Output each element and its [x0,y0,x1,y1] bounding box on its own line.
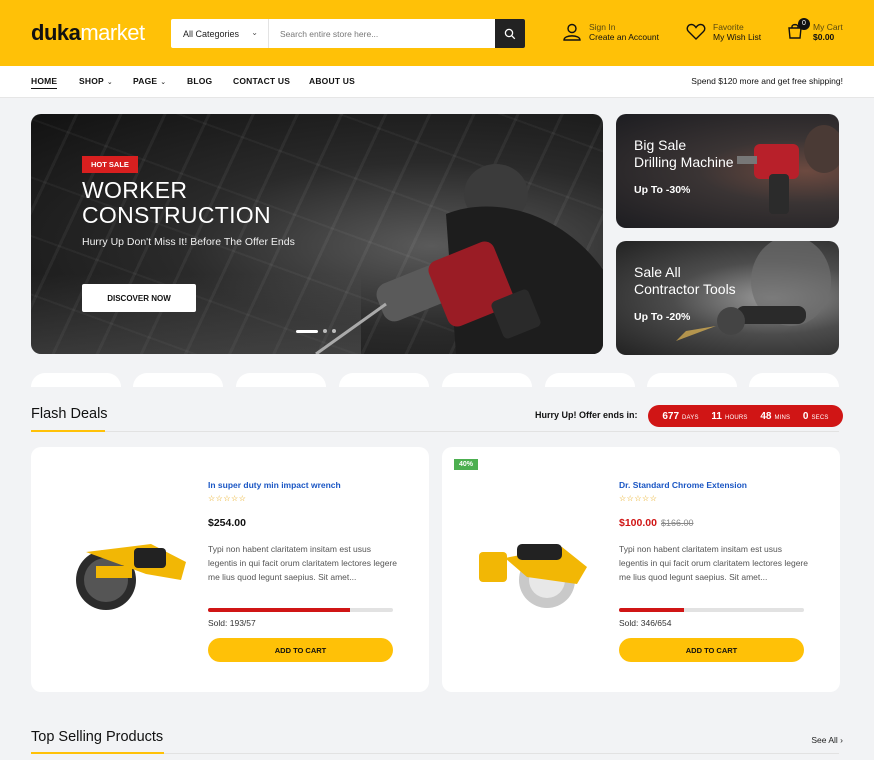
nav-contact[interactable]: CONTACT US [233,76,290,86]
product-card: 40% Dr. Standard Chrome Extension ☆☆☆☆☆ … [442,447,840,692]
product-name[interactable]: In super duty min impact wrench [208,480,341,490]
account-label: Create an Account [589,32,659,42]
timer-secs: 0 SECS [802,410,829,422]
sold-count: Sold: 193/57 [208,618,256,628]
nav-home[interactable]: HOME [31,76,58,89]
main-nav: HOME SHOP ⌄ PAGE ⌄ BLOG CONTACT US ABOUT U… [0,66,874,98]
category-card[interactable] [647,373,737,387]
category-card[interactable] [749,373,839,387]
rating-stars-icon: ☆☆☆☆☆ [208,494,247,503]
nav-page[interactable]: PAGE ⌄ [133,76,166,86]
timer-days: 677 DAYS [662,410,699,422]
timer-hours: 11 HOURS [711,410,748,422]
section-accent [31,430,105,432]
slider-dot[interactable] [323,329,327,333]
cart-link[interactable]: 0 My Cart $0.00 [786,18,843,42]
nav-blog[interactable]: BLOG [187,76,212,86]
product-description: Typi non habent claritatem insitam est u… [208,544,397,582]
cart-count-badge: 0 [798,18,810,30]
nav-shop[interactable]: SHOP ⌄ [79,76,113,86]
nav-about[interactable]: ABOUT US [309,76,355,86]
cart-small-label: My Cart [813,22,843,32]
chevron-down-icon: ⌄ [160,79,167,86]
offer-ends-label: Hurry Up! Offer ends in: [535,410,638,420]
old-price: $166.00 [660,518,694,528]
account-small-label: Sign In [589,22,616,32]
search-button[interactable] [495,19,525,48]
free-shipping-notice: Spend $120 more and get free shipping! [691,76,843,86]
search-icon [504,28,516,39]
account-link[interactable]: Sign In Create an Account [562,22,659,42]
category-card[interactable] [339,373,429,387]
slider-dot[interactable] [332,329,336,333]
site-logo[interactable]: dukamarket [31,20,145,46]
drill-banner-image [737,125,839,214]
section-accent [31,752,164,754]
sold-progress-bar [208,608,393,612]
product-description: Typi non habent claritatem insitam est u… [619,544,808,582]
banner-offer: Up To -30% [634,184,691,196]
cart-total: $0.00 [813,32,835,42]
top-header: dukamarket All Categories ⌄ Sign InCreat… [0,0,874,66]
timer-mins: 48 MINS [760,410,791,422]
slider-dots [296,329,336,333]
wishlist-small-label: Favorite [713,22,744,32]
rating-stars-icon: ☆☆☆☆☆ [619,494,658,503]
wishlist-label: My Wish List [713,32,762,42]
see-all-link[interactable]: See All › [811,735,843,745]
hero-drill-image [315,164,603,354]
user-icon [562,22,582,42]
sold-progress-bar [619,608,804,612]
banner-drilling-machine[interactable]: Big Sale Drilling Machine Up To -30% [616,114,839,228]
product-image[interactable] [467,522,602,617]
banner-title: Big Sale Drilling Machine [634,137,734,170]
category-card[interactable] [133,373,223,387]
category-select[interactable]: All Categories ⌄ [171,19,269,48]
discover-now-button[interactable]: DISCOVER NOW [82,284,196,312]
category-select-label: All Categories [183,28,240,39]
chevron-down-icon: ⌄ [251,28,258,37]
hero-slider[interactable]: HOT SALE WORKER CONSTRUCTION Hurry Up Do… [31,114,603,354]
sold-progress-fill [208,608,351,612]
add-to-cart-button[interactable]: ADD TO CART [619,638,804,662]
heart-icon [686,22,706,42]
countdown-timer: 677 DAYS 11 HOURS 48 MINS 0 SECS [648,405,843,427]
hero-subtitle: Hurry Up Don't Miss It! Before The Offer… [82,236,295,248]
section-divider [31,431,839,432]
wishlist-link[interactable]: Favorite My Wish List [686,22,761,42]
top-selling-title: Top Selling Products [31,729,164,745]
search-input[interactable] [269,19,495,48]
add-to-cart-button[interactable]: ADD TO CART [208,638,393,662]
hero-title: WORKER CONSTRUCTION [82,177,271,228]
product-price: $254.00 [208,517,246,529]
discount-badge: 40% [454,459,479,470]
grinder-banner-image [676,241,831,341]
product-name[interactable]: Dr. Standard Chrome Extension [619,480,747,490]
slider-dot-active[interactable] [296,329,318,333]
banner-title: Sale All Contractor Tools [634,264,736,297]
category-card[interactable] [236,373,326,387]
banner-contractor-tools[interactable]: Sale All Contractor Tools Up To -20% [616,241,839,355]
chevron-down-icon: ⌄ [106,79,113,86]
product-price: $100.00 $166.00 [619,517,694,529]
search-bar: All Categories ⌄ [171,19,525,48]
category-card[interactable] [31,373,121,387]
product-card: In super duty min impact wrench ☆☆☆☆☆ $2… [31,447,429,692]
flash-deals-title: Flash Deals [31,406,108,422]
cart-icon: 0 [786,18,810,42]
sold-count: Sold: 346/654 [619,618,672,628]
product-image[interactable] [56,522,191,617]
banner-offer: Up To -20% [634,311,691,323]
category-card[interactable] [442,373,532,387]
sold-progress-fill [619,608,684,612]
chevron-right-icon: › [840,735,843,745]
hot-sale-badge: HOT SALE [82,156,138,173]
category-card[interactable] [545,373,635,387]
